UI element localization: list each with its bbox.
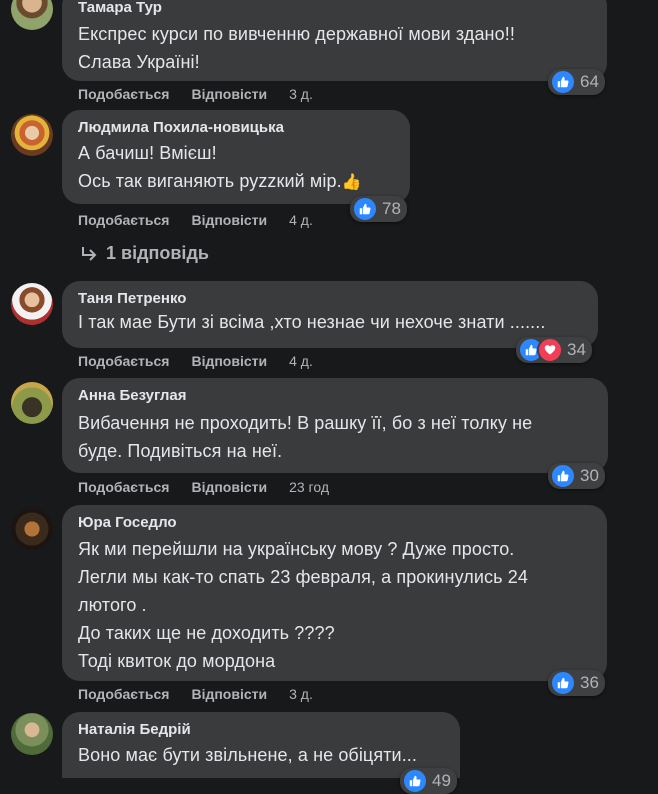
comment-text: А бачиш! Вмієш! Ось так виганяють руzzки…: [78, 139, 396, 197]
avatar[interactable]: [11, 713, 53, 755]
reaction-number: 49: [432, 771, 451, 790]
reaction-count[interactable]: 78: [350, 196, 407, 222]
reaction-count[interactable]: 36: [548, 670, 605, 696]
reply-button[interactable]: Відповісти: [191, 353, 267, 369]
reaction-count[interactable]: 30: [548, 463, 605, 489]
comment-bubble: Анна Безуглая Вибачення не проходить! В …: [62, 378, 608, 473]
like-button[interactable]: Подобається: [78, 686, 169, 702]
comment-bubble: Людмила Похила-новицька А бачиш! Вмієш! …: [62, 110, 410, 204]
like-button[interactable]: Подобається: [78, 479, 169, 495]
replies-label: 1 відповідь: [106, 243, 209, 263]
comment-text: Експрес курси по вивченню державної мови…: [78, 24, 515, 72]
reaction-count[interactable]: 64: [548, 69, 605, 95]
avatar[interactable]: [11, 382, 53, 424]
comment-actions: Подобається Відповісти 4 д.: [78, 210, 313, 230]
comment-time[interactable]: 3 д.: [289, 686, 313, 702]
comment-actions: Подобається Відповісти 23 год: [78, 477, 329, 497]
like-button[interactable]: Подобається: [78, 212, 169, 228]
love-icon: [537, 337, 563, 363]
comment-bubble: Юра Госедло Як ми перейшли на українську…: [62, 505, 607, 681]
reply-button[interactable]: Відповісти: [191, 479, 267, 495]
like-icon: [550, 463, 576, 489]
reaction-number: 36: [580, 673, 599, 692]
comment-bubble: Таня Петренко І так мае Бути зі всіма ,х…: [62, 281, 598, 348]
avatar[interactable]: [11, 0, 53, 30]
comment-actions: Подобається Відповісти 3 д.: [78, 84, 313, 104]
like-button[interactable]: Подобається: [78, 86, 169, 102]
comment-time[interactable]: 4 д.: [289, 212, 313, 228]
comment-time[interactable]: 23 год: [289, 479, 329, 495]
reaction-count[interactable]: 49: [400, 768, 457, 794]
reaction-count[interactable]: 34: [516, 337, 592, 363]
reply-button[interactable]: Відповісти: [191, 686, 267, 702]
comment-author[interactable]: Тамара Тур: [78, 0, 593, 18]
comment-author[interactable]: Наталія Бедрій: [78, 720, 446, 740]
like-icon: [352, 196, 378, 222]
like-button[interactable]: Подобається: [78, 353, 169, 369]
reply-arrow-icon: [82, 246, 97, 261]
comment-actions: Подобається Відповісти 3 д.: [78, 684, 313, 704]
reaction-number: 64: [580, 72, 599, 91]
reaction-number: 30: [580, 466, 599, 485]
like-icon: [550, 69, 576, 95]
reaction-number: 78: [382, 199, 401, 218]
view-replies-link[interactable]: 1 відповідь: [80, 243, 209, 264]
comment-text: І так мае Бути зі всіма ,хто незнае чи н…: [78, 312, 546, 332]
comment-actions: Подобається Відповісти 4 д.: [78, 351, 313, 371]
avatar[interactable]: [11, 508, 53, 550]
comment-text: Воно має бути звільнене, а не обіцяти...: [78, 745, 417, 765]
avatar[interactable]: [11, 283, 53, 325]
comment-bubble: Тамара Тур Експрес курси по вивченню дер…: [62, 0, 607, 81]
comment-text: Вибачення не проходить! В рашку її, бо з…: [78, 413, 533, 461]
comment-author[interactable]: Анна Безуглая: [78, 386, 594, 406]
thumbs-up-emoji: 👍: [341, 174, 362, 191]
comment-time[interactable]: 3 д.: [289, 86, 313, 102]
reaction-number: 34: [567, 340, 586, 359]
reply-button[interactable]: Відповісти: [191, 212, 267, 228]
avatar[interactable]: [11, 114, 53, 156]
comment-author[interactable]: Людмила Похила-новицька: [78, 118, 396, 138]
comment-bubble: Наталія Бедрій Воно має бути звільнене, …: [62, 712, 460, 778]
reply-button[interactable]: Відповісти: [191, 86, 267, 102]
comment-text-body: А бачиш! Вмієш! Ось так виганяють руzzки…: [78, 143, 342, 191]
comment-author[interactable]: Юра Госедло: [78, 513, 593, 533]
like-icon: [550, 670, 576, 696]
comment-time[interactable]: 4 д.: [289, 353, 313, 369]
comment-author[interactable]: Таня Петренко: [78, 289, 584, 309]
like-icon: [402, 768, 428, 794]
comment-text: Як ми перейшли на українську мову ? Дуже…: [78, 539, 528, 671]
